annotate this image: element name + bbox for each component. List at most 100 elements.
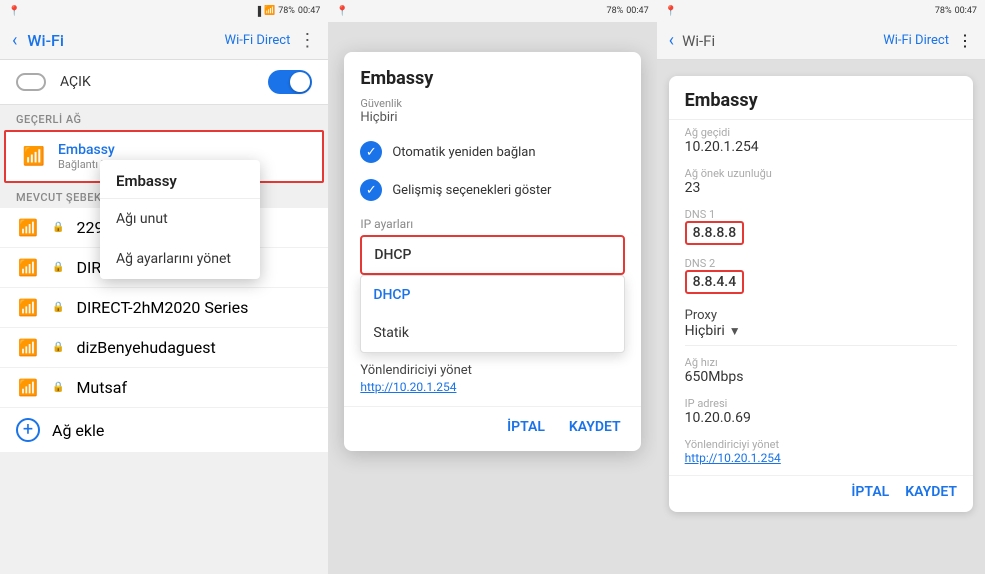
p3-router-link[interactable]: http://10.20.1.254 [685,451,957,465]
p3-time: 00:47 [955,6,977,16]
network-mutsaf-name: Mutsaf [76,378,127,397]
lock-diz-icon: 🔒 [52,342,64,353]
signal-bars: 📶 [264,6,275,16]
ip-settings-label: IP ayarları [344,209,640,235]
p3-back-icon[interactable]: ‹ [669,30,674,51]
status-bar-2: 📍 78% 00:47 [328,0,656,22]
panel3-header: ‹ Wi-Fi Wi-Fi Direct ⋮ [657,22,985,60]
network-direct2hm-name: DIRECT-2hM2020 Series [76,298,248,317]
p3-loc-icon: 📍 [665,6,677,17]
network-item-diz[interactable]: 📶 🔒 dizBenyehudaguest [0,328,328,368]
p2-status-icons: 78% 00:47 [607,6,649,16]
p3-wifi-label: Wi-Fi [682,32,715,50]
battery-percent: 78% [278,6,295,16]
context-menu: Embassy Ağı unut Ağ ayarlarını yönet [100,160,260,279]
back-arrow-icon[interactable]: ‹ [12,30,17,51]
proxy-row: Proxy Hiçbiri ▼ [669,300,973,341]
p2-battery: 78% [607,6,624,16]
p3-overflow-icon[interactable]: ⋮ [957,31,973,50]
p3-speed-label: Ağ hızı [685,356,957,369]
save-button[interactable]: KAYDET [565,415,625,439]
wifi-mutsaf-icon: 📶 [16,378,40,397]
network-item-direct2hm[interactable]: 📶 🔒 DIRECT-2hM2020 Series [0,288,328,328]
panel-dns-settings: 📍 78% 00:47 ‹ Wi-Fi Wi-Fi Direct ⋮ Embas… [657,0,985,574]
check-circle-2: ✓ [360,179,382,201]
current-network-section-header: GEÇERLİ AĞ [0,105,328,130]
advanced-options-label: Gelişmiş seçenekleri göster [392,183,551,198]
p3-save-button[interactable]: KAYDET [905,484,957,500]
toggle-outline [16,73,46,91]
settings-title: Embassy [669,76,973,120]
router-link[interactable]: http://10.20.1.254 [344,380,640,406]
divider-1 [685,345,957,346]
wifi-toggle-label: AÇIK [60,74,91,90]
wifi-toggle-switch[interactable] [268,70,312,94]
cancel-button[interactable]: İPTAL [503,415,549,439]
wifi-229-icon: 📶 [16,218,40,237]
add-network-icon: + [16,418,40,442]
wifi-title: Wi-Fi [27,31,64,50]
p3-speed-field: Ağ hızı 650Mbps [669,350,973,391]
wifi-direct2hm-icon: 📶 [16,298,40,317]
gateway-label: Ağ geçidi [685,126,957,139]
panel3-nav: ‹ Wi-Fi [669,30,715,51]
p3-status-icons: 78% 00:47 [935,6,977,16]
context-menu-title: Embassy [100,160,260,199]
network-item-mutsaf[interactable]: 📶 🔒 Mutsaf [0,368,328,408]
time-display: 00:47 [298,6,320,16]
p3-battery: 78% [935,6,952,16]
p2-loc-icon: 📍 [336,6,348,17]
p3-ip-field: IP adresi 10.20.0.69 [669,391,973,432]
p3-cancel-button[interactable]: İPTAL [851,484,889,500]
embassy-name: Embassy [58,142,134,158]
prefix-value: 23 [685,180,957,196]
p3-router-label: Yönlendiriciyi yönet [685,438,957,451]
p3-speed-value: 650Mbps [685,369,957,385]
dns2-value[interactable]: 8.8.4.4 [685,270,745,294]
sim-icon: ▐ [255,6,261,17]
dialog-actions: İPTAL KAYDET [344,406,640,451]
settings-card: Embassy Ağ geçidi 10.20.1.254 Ağ önek uz… [669,76,973,512]
auto-reconnect-row[interactable]: ✓ Otomatik yeniden bağlan [344,133,640,171]
panel-wifi-list: 📍 ▐ 📶 78% 00:47 ‹ Wi-Fi Wi-Fi Direct ⋮ A… [0,0,328,574]
ip-option-dhcp[interactable]: DHCP [361,276,623,314]
advanced-options-row[interactable]: ✓ Gelişmiş seçenekleri göster [344,171,640,209]
status-icons: ▐ 📶 78% 00:47 [255,6,321,17]
add-network-item[interactable]: + Ağ ekle [0,408,328,452]
embassy-dialog-card: Embassy Güvenlik Hiçbiri ✓ Otomatik yeni… [344,52,640,451]
dns2-field: DNS 2 8.8.4.4 [669,251,973,300]
embassy-wifi-icon: 📶 [22,146,46,167]
ip-dropdown-container: DHCP DHCP Statik [360,235,624,275]
lock-direct2hm-icon: 🔒 [52,302,64,313]
overflow-menu-icon[interactable]: ⋮ [298,30,316,51]
header-right: Wi-Fi Direct ⋮ [225,30,317,51]
gateway-value: 10.20.1.254 [685,139,957,155]
proxy-dropdown[interactable]: Hiçbiri ▼ [685,323,957,339]
dns1-label: DNS 1 [685,208,957,221]
location-icon: 📍 [8,6,20,17]
toggle-circle [290,72,310,92]
ip-option-static[interactable]: Statik [361,314,623,352]
p3-router-field: Yönlendiriciyi yönet http://10.20.1.254 [669,432,973,471]
wifi-toggle-row: AÇIK [0,60,328,105]
ip-dropdown-selected[interactable]: DHCP [360,235,624,275]
forget-network-item[interactable]: Ağı unut [100,199,260,239]
proxy-arrow-icon: ▼ [729,324,741,338]
dns1-value[interactable]: 8.8.8.8 [685,221,745,245]
security-value: Hiçbiri [344,110,640,133]
network-diz-name: dizBenyehudaguest [76,338,215,357]
panel-embassy-dialog: 📍 78% 00:47 Embassy Güvenlik Hiçbiri ✓ O… [328,0,656,574]
gateway-field: Ağ geçidi 10.20.1.254 [669,120,973,161]
status-bar-1: 📍 ▐ 📶 78% 00:47 [0,0,328,22]
status-bar-3: 📍 78% 00:47 [657,0,985,22]
manage-network-item[interactable]: Ağ ayarlarını yönet [100,239,260,279]
wifi-direct-link[interactable]: Wi-Fi Direct [225,33,291,48]
security-label: Güvenlik [344,93,640,110]
wifi-diz-icon: 📶 [16,338,40,357]
settings-actions: İPTAL KAYDET [669,475,973,512]
p2-time: 00:47 [626,6,648,16]
p3-direct-label[interactable]: Wi-Fi Direct [883,33,949,48]
ip-dropdown-menu: DHCP Statik [360,275,624,353]
p3-ip-label: IP adresi [685,397,957,410]
auto-reconnect-label: Otomatik yeniden bağlan [392,145,535,160]
